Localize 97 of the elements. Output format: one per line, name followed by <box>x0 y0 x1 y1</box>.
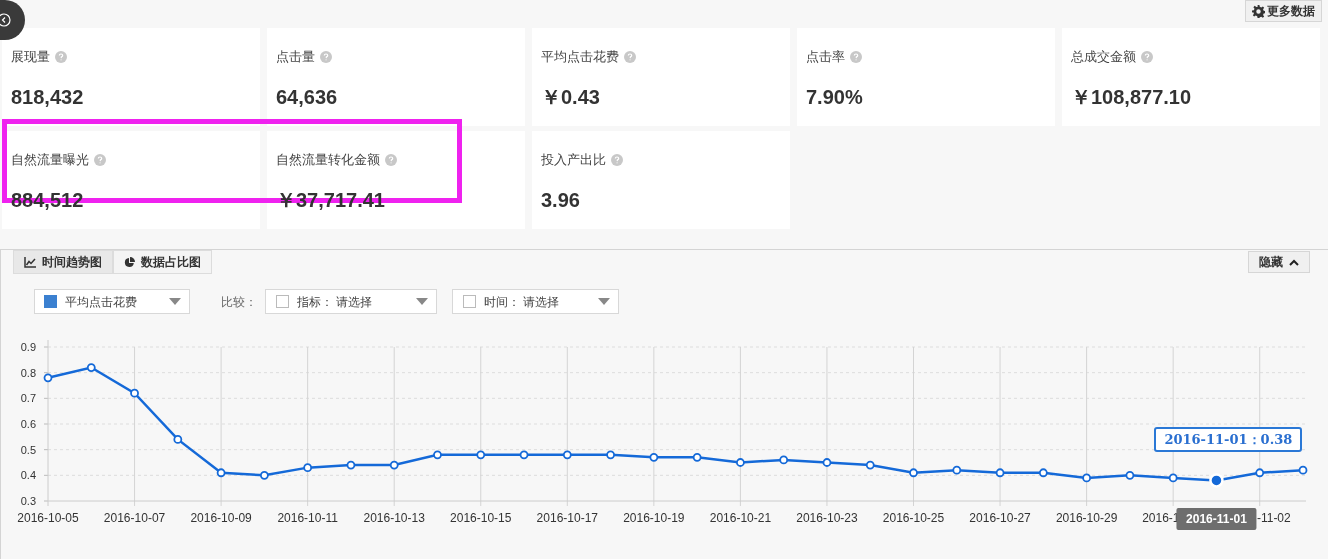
dropdown-caret-icon <box>598 298 610 305</box>
metric-value: ￥37,717.41 <box>276 188 385 213</box>
x-tick-label: 2016-11-01 <box>1186 512 1248 526</box>
data-point <box>1298 465 1308 475</box>
metric-label: 投入产出比 <box>541 151 606 170</box>
more-data-button[interactable]: 更多数据 <box>1245 0 1322 22</box>
metric-value: 3.96 <box>541 188 580 213</box>
checkbox[interactable] <box>276 295 289 308</box>
data-point <box>303 463 313 473</box>
data-point <box>649 452 659 462</box>
x-tick-label: 2016-10-21 <box>709 511 772 525</box>
help-icon[interactable] <box>611 154 623 166</box>
data-point <box>995 468 1005 478</box>
x-tick-label: -11-02 <box>1256 511 1291 525</box>
data-point <box>86 363 96 372</box>
y-tick-label: 0.9 <box>20 341 36 353</box>
x-tick-label: 2016-10-11 <box>277 511 338 525</box>
chart-tab[interactable]: 数据占比图 <box>113 250 212 274</box>
help-icon[interactable] <box>385 154 397 166</box>
data-point <box>1255 468 1265 478</box>
y-tick-label: 0.5 <box>20 443 36 456</box>
dropdown-caret-icon <box>169 298 181 305</box>
collapse-icon[interactable] <box>0 13 11 27</box>
x-tick-label: 2016-10-07 <box>103 511 166 525</box>
chart-tab[interactable]: 时间趋势图 <box>13 250 113 274</box>
x-tick-label: 2016-10-15 <box>450 511 512 525</box>
compare-dropdown[interactable]: 指标： 请选择 <box>265 289 437 314</box>
metric-label: 自然流量转化金额 <box>276 151 380 170</box>
metric-label: 展现量 <box>11 48 50 67</box>
help-icon[interactable] <box>850 51 862 63</box>
data-point <box>173 435 183 444</box>
chevron-up-icon <box>1289 258 1299 266</box>
y-tick-label: 0.7 <box>20 392 36 405</box>
data-point <box>562 450 572 460</box>
x-tick-label: 2016-10-05 <box>17 511 79 525</box>
y-tick-label: 0.6 <box>20 418 36 430</box>
help-icon[interactable] <box>55 51 67 63</box>
metric-label: 平均点击花费 <box>541 48 619 67</box>
y-tick-label: 0.3 <box>20 495 36 507</box>
chart-tooltip: 2016-11-01：0.38 <box>1154 427 1303 453</box>
help-icon[interactable] <box>624 51 636 63</box>
data-point <box>43 373 53 383</box>
metric-label: 总成交金额 <box>1071 48 1136 67</box>
data-point <box>692 452 702 462</box>
metric-value: 818,432 <box>11 85 84 110</box>
data-point <box>865 460 875 470</box>
data-point <box>1038 468 1048 478</box>
data-point <box>736 458 745 467</box>
x-tick-label: 2016-10-17 <box>536 511 598 525</box>
data-point <box>1082 473 1091 483</box>
data-point <box>779 455 789 465</box>
data-point <box>952 465 962 475</box>
metric-label: 自然流量曝光 <box>11 151 89 170</box>
data-point <box>606 450 615 460</box>
collapse-tab[interactable] <box>0 0 25 40</box>
compare-label: 比较： <box>221 293 257 311</box>
help-icon[interactable] <box>1141 51 1153 63</box>
x-tick-label: 2016-10-23 <box>796 511 858 525</box>
x-tick-label: 2016-10-09 <box>190 511 252 525</box>
metric-value: 64,636 <box>276 85 338 110</box>
data-point <box>389 460 399 470</box>
data-point <box>130 388 139 398</box>
dropdown-caret-icon <box>416 298 428 305</box>
data-point <box>1125 470 1135 480</box>
metric-value: 7.90% <box>806 85 863 110</box>
compare-dropdown[interactable]: 时间： 请选择 <box>452 289 619 314</box>
y-tick-label: 0.4 <box>20 469 36 482</box>
metric-label: 点击量 <box>276 48 315 67</box>
line-chart-icon <box>24 256 36 268</box>
x-tick-label: 2016-10-27 <box>969 511 1031 525</box>
metric-value: ￥108,877.10 <box>1071 85 1192 110</box>
hide-button[interactable]: 隐藏 <box>1248 251 1310 273</box>
x-tick-label: 2016-10-29 <box>1055 511 1118 525</box>
data-point <box>433 450 442 460</box>
x-tick-label: 2016-10-19 <box>623 511 685 525</box>
settings-icon <box>1252 4 1265 18</box>
x-tick-label: 2016-10-13 <box>363 511 425 525</box>
data-point <box>909 468 918 478</box>
x-axis-marker-label: 2016-11-01 <box>1176 508 1257 530</box>
help-icon[interactable] <box>94 154 106 166</box>
data-point <box>216 468 226 478</box>
metric-value: 884,512 <box>11 188 84 213</box>
data-point <box>1168 473 1178 483</box>
metric-value: ￥0.43 <box>541 85 600 110</box>
y-tick-label: 0.8 <box>20 366 36 379</box>
data-point <box>1209 473 1224 488</box>
metric-label: 点击率 <box>806 48 845 67</box>
data-point <box>346 460 356 470</box>
help-icon[interactable] <box>320 51 332 63</box>
pie-chart-icon <box>124 256 135 268</box>
data-point <box>822 458 832 467</box>
x-tick-label: 2016-10-25 <box>882 511 945 525</box>
data-point <box>519 450 529 460</box>
data-point <box>476 450 486 460</box>
metric-dropdown[interactable]: 平均点击花费 <box>34 289 190 314</box>
data-point <box>260 470 269 480</box>
checkbox[interactable] <box>463 295 476 308</box>
